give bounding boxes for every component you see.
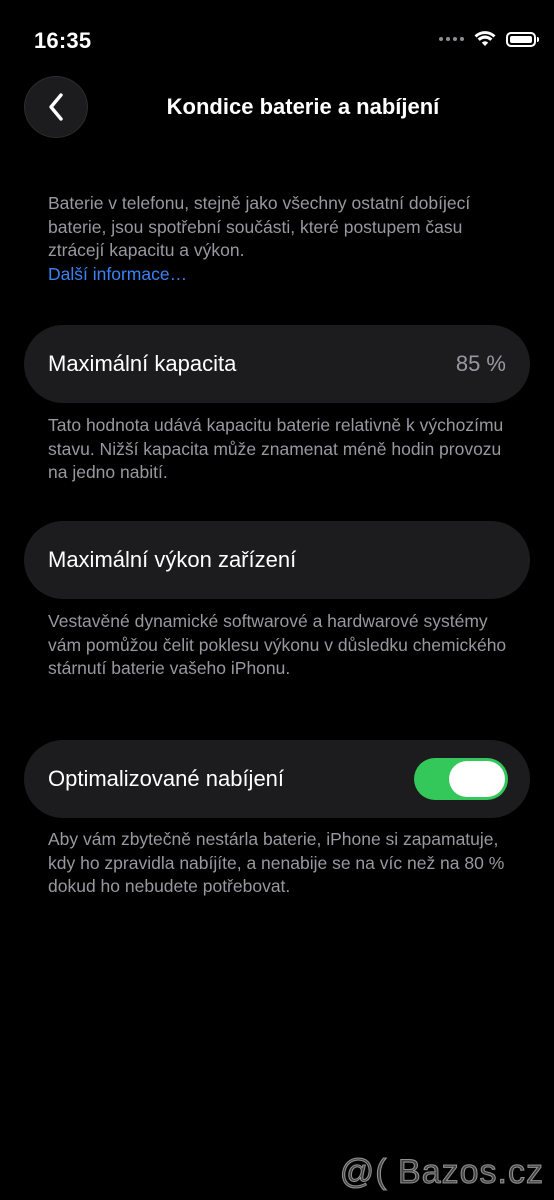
battery-icon: [506, 31, 539, 47]
back-button[interactable]: [24, 76, 88, 138]
peak-performance-footer: Vestavěné dynamické softwarové a hardwar…: [48, 611, 507, 678]
status-icons: [439, 31, 539, 47]
max-capacity-row: Maximální kapacita 85 %: [24, 325, 530, 403]
peak-performance-row: Maximální výkon zařízení: [24, 521, 530, 599]
intro-text-block: Baterie v telefonu, stejně jako všechny …: [48, 192, 518, 286]
navigation-bar: Kondice baterie a nabíjení: [0, 76, 554, 138]
max-capacity-footer: Tato hodnota udává kapacitu baterie rela…: [48, 415, 504, 482]
more-info-link[interactable]: Další informace…: [48, 263, 518, 287]
page-title: Kondice baterie a nabíjení: [166, 94, 440, 119]
chevron-left-icon: [49, 93, 63, 121]
optimized-charging-footer: Aby vám zbytečně nestárla baterie, iPhon…: [48, 829, 505, 896]
wifi-icon: [474, 31, 496, 46]
status-bar: 16:35: [0, 0, 554, 80]
max-capacity-value: 85 %: [455, 351, 506, 376]
max-capacity-label: Maximální kapacita: [48, 351, 237, 376]
optimized-charging-label: Optimalizované nabíjení: [48, 766, 285, 791]
peak-performance-label: Maximální výkon zařízení: [48, 547, 297, 572]
intro-text: Baterie v telefonu, stejně jako všechny …: [48, 193, 471, 260]
toggle-knob: [449, 761, 505, 797]
status-time: 16:35: [34, 28, 92, 53]
optimized-charging-row: Optimalizované nabíjení: [24, 740, 530, 818]
watermark-logo: @( Bazos.cz: [339, 1153, 544, 1192]
cellular-signal-icon: [439, 37, 464, 41]
optimized-charging-toggle[interactable]: [414, 758, 508, 800]
